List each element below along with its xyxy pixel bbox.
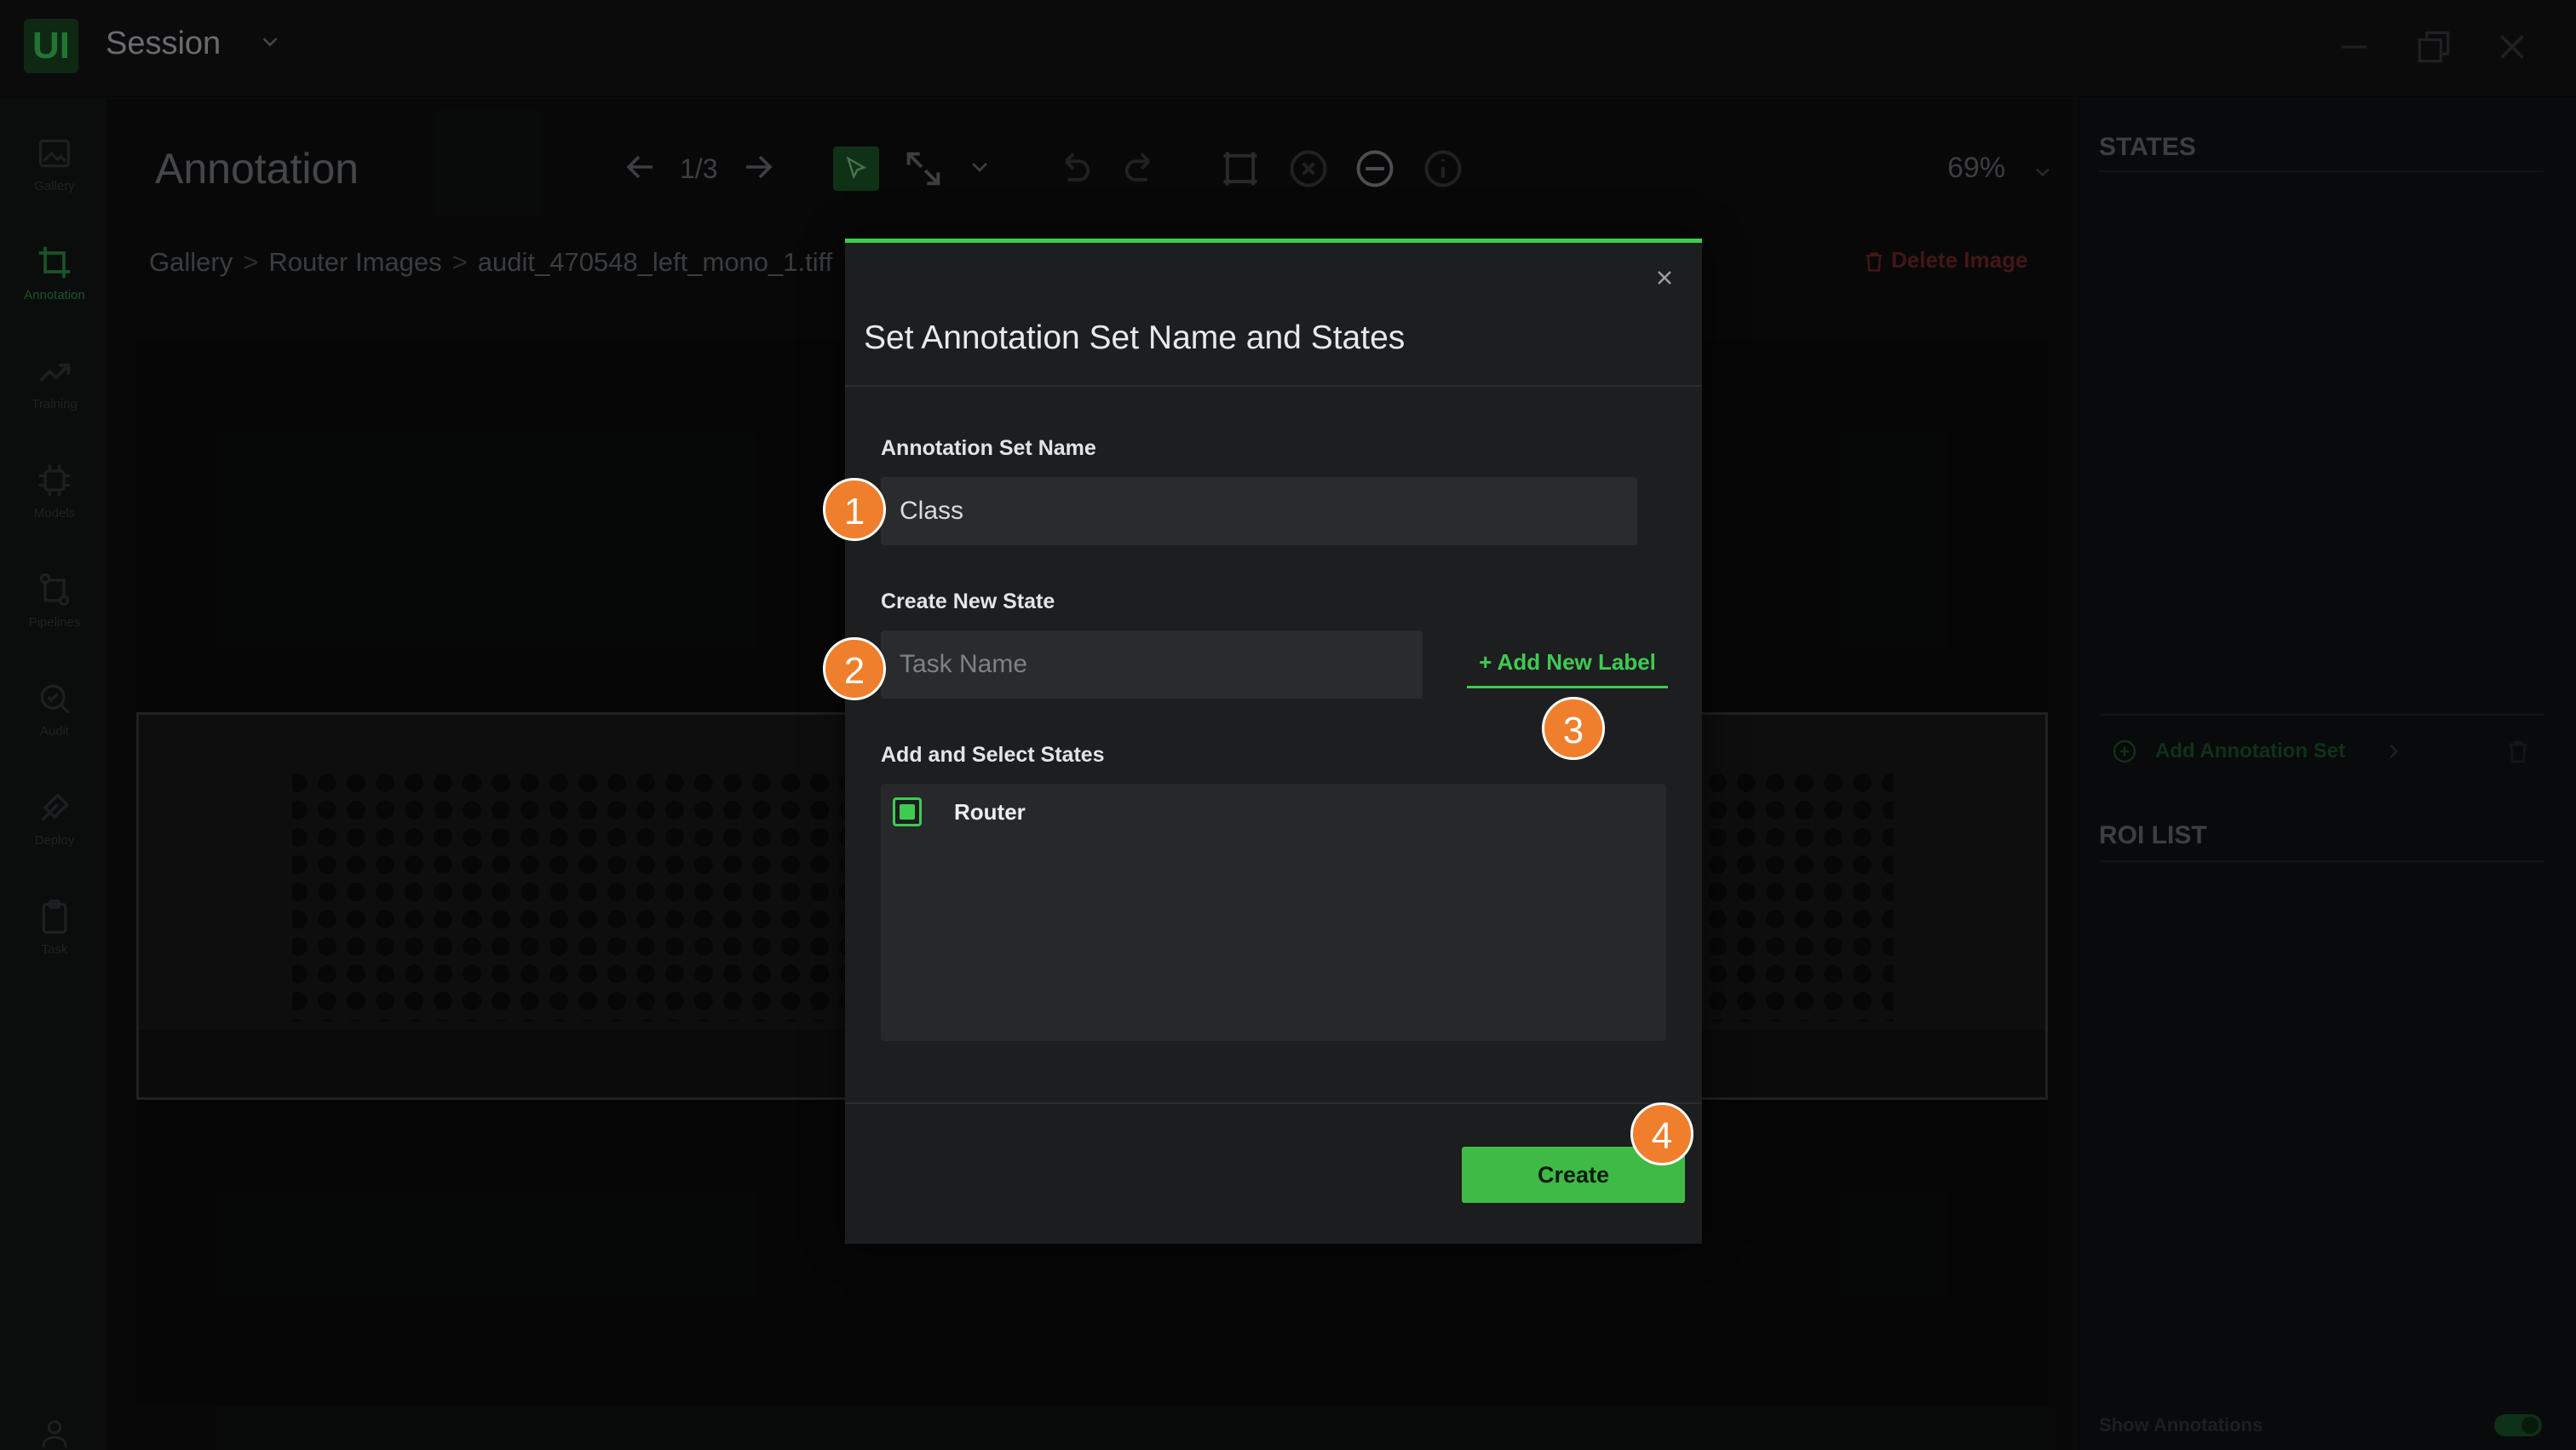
modal-title: Set Annotation Set Name and States	[864, 319, 1406, 356]
add-select-states-label: Add and Select States	[881, 743, 1105, 767]
modal-header-divider	[845, 385, 1702, 387]
annotation-set-name-label: Annotation Set Name	[881, 436, 1096, 460]
task-name-input[interactable]	[881, 630, 1423, 699]
state-label-router[interactable]: Router	[954, 797, 1026, 826]
add-new-label-button[interactable]: + Add New Label	[1467, 649, 1668, 688]
step-badge-1: 1	[823, 478, 886, 541]
annotation-set-name-input[interactable]	[881, 477, 1637, 545]
app-window: UI Session Gallery Annotation Training M…	[0, 0, 2576, 1450]
create-new-state-label: Create New State	[881, 590, 1055, 613]
close-icon[interactable]	[1653, 266, 1676, 290]
step-badge-3: 3	[1542, 697, 1605, 760]
step-badge-2: 2	[823, 637, 886, 700]
state-checkbox-router[interactable]	[893, 797, 922, 826]
step-badge-4: 4	[1630, 1102, 1693, 1165]
